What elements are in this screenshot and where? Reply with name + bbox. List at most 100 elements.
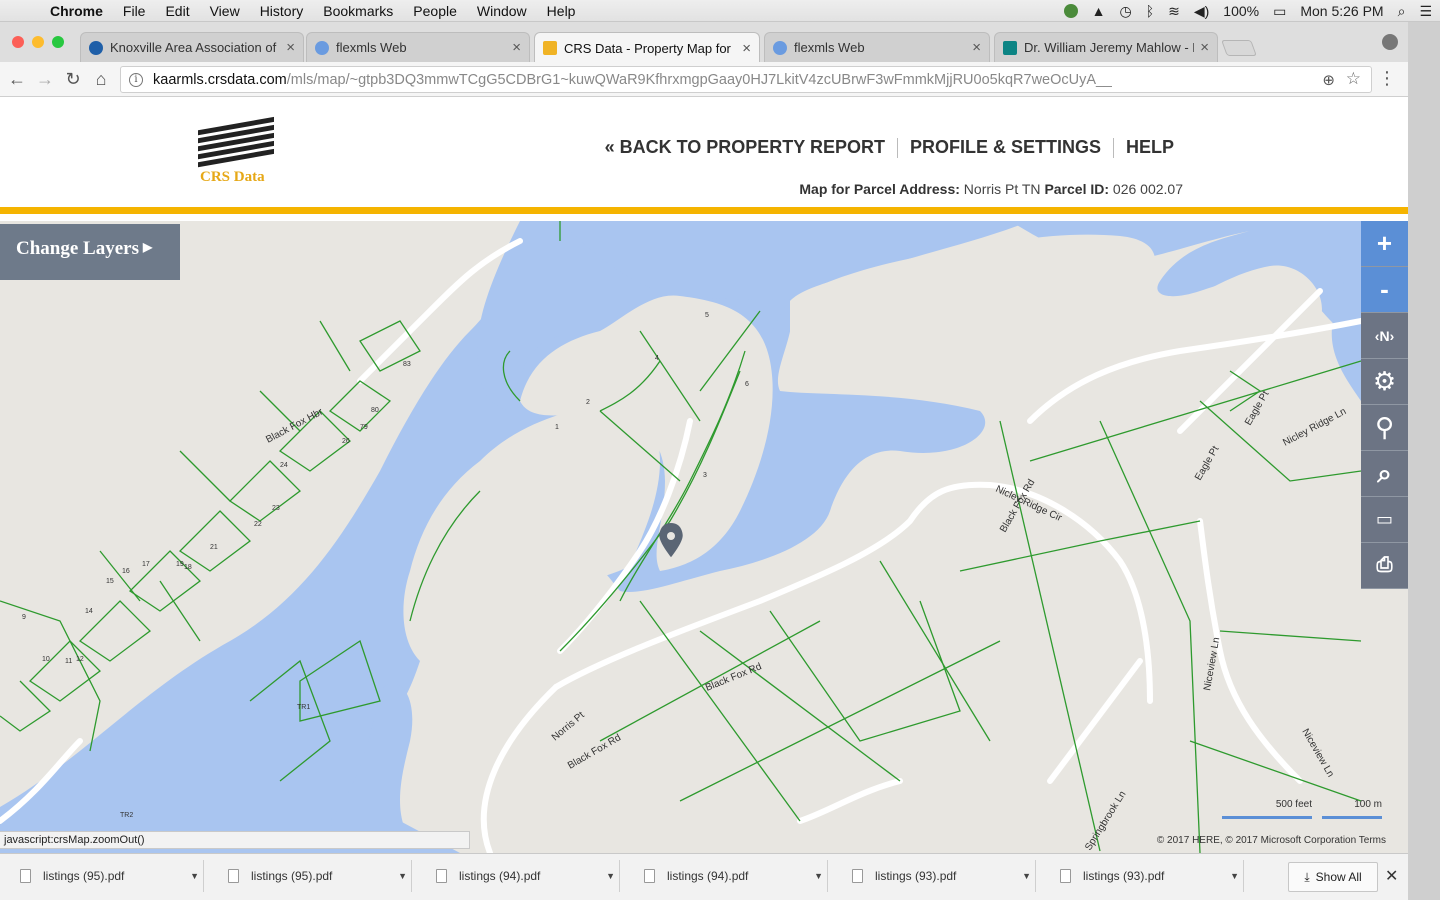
home-icon[interactable]: ⌂ [90, 68, 112, 90]
zoom-indicator-icon[interactable]: ⊕ [1322, 71, 1335, 89]
new-tab-button[interactable] [1221, 40, 1257, 56]
close-tab-icon[interactable]: × [512, 39, 521, 56]
tab-knoxville[interactable]: Knoxville Area Association of × [80, 32, 304, 62]
reload-icon[interactable]: ↻ [62, 68, 84, 90]
road-label: Niceview Ln [1299, 727, 1335, 779]
help-link[interactable]: HELP [1114, 137, 1186, 158]
chrome-menu-icon[interactable]: ⋮ [1378, 68, 1396, 89]
app-status-icon[interactable] [1063, 4, 1078, 18]
tab-flexmls-1[interactable]: flexmls Web × [306, 32, 530, 62]
menu-app-chrome[interactable]: Chrome [40, 3, 113, 19]
chevron-down-icon[interactable]: ▼ [606, 871, 615, 881]
chevron-down-icon[interactable]: ▼ [814, 871, 823, 881]
menu-history[interactable]: History [250, 3, 314, 19]
page-content: CRS Data « BACK TO PROPERTY REPORT PROFI… [0, 97, 1408, 853]
battery-percent[interactable]: 100% [1223, 3, 1259, 19]
back-to-property-report-link[interactable]: « BACK TO PROPERTY REPORT [593, 137, 897, 158]
parcel-address-value: Norris Pt TN [963, 181, 1041, 197]
show-all-downloads-button[interactable]: ⤓ Show All [1288, 862, 1378, 892]
property-map[interactable]: Black Fox Hbr Norris Pt Black Fox Rd Bla… [0, 221, 1408, 853]
ruler-icon: ▭ [1375, 509, 1393, 529]
profile-icon[interactable] [1382, 34, 1398, 50]
menu-file[interactable]: File [113, 3, 156, 19]
crs-logo[interactable]: CRS Data [194, 113, 284, 193]
north-compass-button[interactable]: ‹ N › [1361, 313, 1408, 359]
close-tab-icon[interactable]: × [972, 39, 981, 56]
search-button[interactable]: ⌕ [1361, 451, 1408, 497]
menu-view[interactable]: View [200, 3, 250, 19]
download-item[interactable]: listings (95).pdf ▼ [4, 860, 204, 892]
zoom-out-button[interactable]: - [1361, 267, 1408, 313]
flexmls-favicon-icon [315, 40, 329, 55]
scale-meter-bar [1322, 816, 1382, 819]
lot-number: 24 [280, 462, 288, 469]
pdf-file-icon [1060, 869, 1071, 883]
map-attribution[interactable]: © 2017 HERE, © 2017 Microsoft Corporatio… [1157, 835, 1386, 846]
upload-icon[interactable]: ▲ [1092, 3, 1106, 19]
volume-icon[interactable]: ◀) [1194, 3, 1209, 20]
back-arrow-icon[interactable]: ← [6, 68, 28, 90]
download-item[interactable]: listings (94).pdf ▼ [628, 860, 828, 892]
change-layers-button[interactable]: Change Layers ▶ [0, 224, 180, 280]
menu-window[interactable]: Window [467, 3, 537, 19]
download-arrow-icon: ⤓ [1304, 869, 1310, 884]
road-label: Niceview Ln [1202, 637, 1222, 692]
bookmark-star-icon[interactable]: ☆ [1346, 69, 1361, 89]
close-window-button[interactable] [12, 36, 24, 48]
lot-number: 22 [254, 521, 262, 528]
lot-number: TR2 [120, 812, 133, 819]
lot-number: 21 [210, 544, 218, 551]
chevron-down-icon[interactable]: ▼ [398, 871, 407, 881]
road-label: Norris Pt [550, 710, 587, 744]
notification-center-icon[interactable]: ☰ [1419, 3, 1432, 20]
close-downloads-icon[interactable]: ✕ [1385, 866, 1398, 886]
print-button[interactable]: ⎙ [1361, 543, 1408, 589]
close-tab-icon[interactable]: × [742, 40, 751, 57]
download-item[interactable]: listings (95).pdf ▼ [212, 860, 412, 892]
chevron-down-icon[interactable]: ▼ [1230, 871, 1239, 881]
scale-meter-label: 100 m [1354, 799, 1382, 810]
bluetooth-icon[interactable]: ᛒ [1146, 3, 1154, 19]
forward-arrow-icon[interactable]: → [34, 68, 56, 90]
tab-bing[interactable]: Dr. William Jeremy Mahlow - E × [994, 32, 1218, 62]
download-filename: listings (95).pdf [251, 869, 333, 883]
map-canvas[interactable]: Black Fox Hbr Norris Pt Black Fox Rd Bla… [0, 221, 1408, 853]
compass-icon: › [1389, 327, 1395, 344]
minimize-window-button[interactable] [32, 36, 44, 48]
time-machine-icon[interactable]: ◷ [1119, 3, 1131, 20]
zoom-window-button[interactable] [52, 36, 64, 48]
url-path: /mls/map/~gtpb3DQ3mmwTCgG5CDBrG1~kuwQWaR… [286, 71, 1113, 88]
locate-button[interactable]: ⚲ [1361, 405, 1408, 451]
site-header: CRS Data « BACK TO PROPERTY REPORT PROFI… [0, 97, 1408, 214]
lot-number: 15 [106, 578, 114, 585]
measure-button[interactable]: ▭ [1361, 497, 1408, 543]
road-label: Springbrook Ln [1083, 789, 1128, 852]
lot-number: 19 [176, 561, 184, 568]
download-item[interactable]: listings (94).pdf ▼ [420, 860, 620, 892]
zoom-in-button[interactable]: + [1361, 221, 1408, 267]
chevron-down-icon[interactable]: ▼ [1022, 871, 1031, 881]
tab-crs-data[interactable]: CRS Data - Property Map for × [534, 32, 760, 63]
lot-number: 6 [745, 381, 749, 388]
menu-people[interactable]: People [403, 3, 467, 19]
download-item[interactable]: listings (93).pdf ▼ [836, 860, 1036, 892]
spotlight-icon[interactable]: ⌕ [1398, 3, 1406, 20]
profile-settings-link[interactable]: PROFILE & SETTINGS [898, 137, 1113, 158]
address-bar[interactable]: i kaarmls.crsdata.com /mls/map/~gtpb3DQ3… [120, 66, 1372, 93]
chevron-down-icon[interactable]: ▼ [190, 871, 199, 881]
close-tab-icon[interactable]: × [286, 39, 295, 56]
close-tab-icon[interactable]: × [1200, 39, 1209, 56]
wifi-icon[interactable]: ≋ [1168, 3, 1180, 20]
crs-favicon-icon [543, 41, 557, 55]
settings-button[interactable]: ⚙ [1361, 359, 1408, 405]
site-info-icon[interactable]: i [129, 72, 143, 87]
tab-flexmls-2[interactable]: flexmls Web × [764, 32, 990, 62]
menu-help[interactable]: Help [537, 3, 586, 19]
download-item[interactable]: listings (93).pdf ▼ [1044, 860, 1244, 892]
road-label: Black Fox Rd [566, 732, 623, 771]
battery-icon[interactable]: ▭ [1273, 3, 1286, 20]
pdf-file-icon [20, 869, 31, 883]
menubar-clock[interactable]: Mon 5:26 PM [1300, 3, 1383, 19]
menu-bookmarks[interactable]: Bookmarks [313, 3, 403, 19]
menu-edit[interactable]: Edit [155, 3, 199, 19]
